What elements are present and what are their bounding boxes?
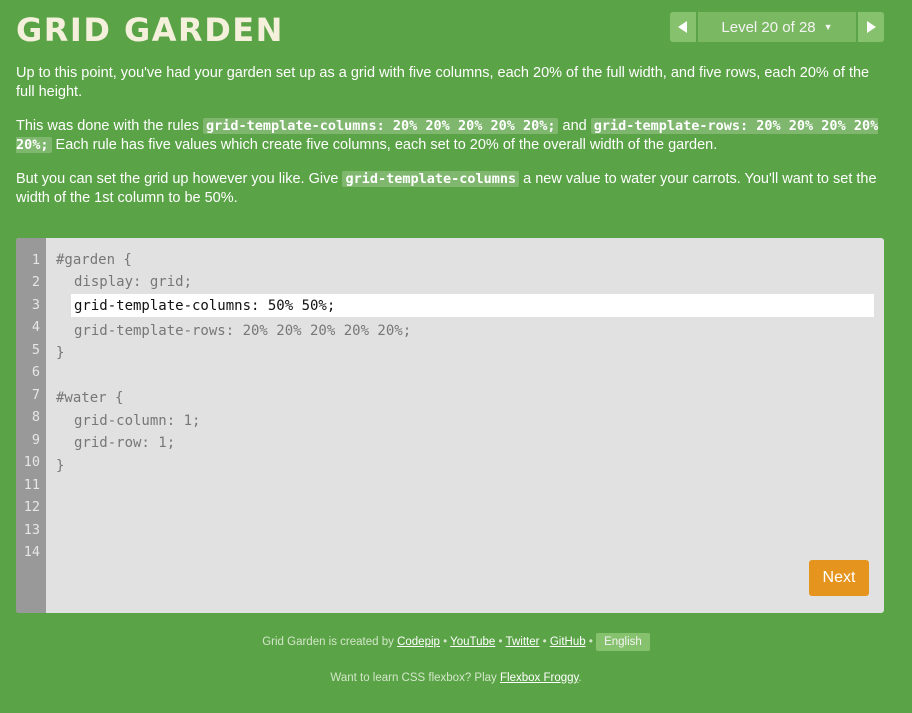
header: GRID GARDEN (16, 10, 284, 50)
twitter-link[interactable]: Twitter (506, 636, 540, 648)
separator: • (585, 636, 597, 648)
code-answer-input[interactable] (71, 294, 874, 317)
code-line: grid-template-rows: 20% 20% 20% 20% 20%; (74, 323, 412, 339)
instruction-paragraph-2: This was done with the rules grid-templa… (16, 117, 884, 155)
language-button[interactable]: English (596, 633, 650, 651)
promo-text: Want to learn CSS flexbox? Play (330, 672, 500, 684)
next-button[interactable]: Next (809, 560, 869, 596)
code-editor: 1 2 3 4 5 6 7 8 9 10 11 12 13 14 #garden… (16, 238, 884, 613)
footer-credits: Grid Garden is created by Codepip • YouT… (0, 633, 912, 651)
codepip-link[interactable]: Codepip (397, 636, 440, 648)
github-link[interactable]: GitHub (550, 636, 586, 648)
instruction-text: Each rule has five values which create f… (51, 137, 718, 153)
line-number: 10 (23, 454, 40, 470)
instruction-text: and (558, 118, 591, 134)
line-number: 8 (31, 409, 40, 425)
code-line: grid-column: 1; (74, 413, 201, 429)
credit-text: Grid Garden is created by (262, 636, 398, 648)
line-number-gutter: 1 2 3 4 5 6 7 8 9 10 11 12 13 14 (16, 238, 46, 613)
level-label: Level 20 of 28 (721, 18, 816, 36)
page-title: GRID GARDEN (16, 11, 284, 49)
instruction-text: But you can set the grid up however you … (16, 171, 343, 187)
line-number: 6 (31, 364, 40, 380)
separator: • (495, 636, 506, 648)
triangle-left-icon (678, 21, 687, 33)
line-number: 2 (31, 274, 40, 290)
line-number: 12 (23, 499, 40, 515)
line-number: 9 (31, 432, 40, 448)
code-snippet-property: grid-template-columns (342, 171, 520, 187)
line-number: 13 (23, 522, 40, 538)
code-line: display: grid; (74, 274, 193, 290)
line-number: 14 (23, 544, 40, 560)
separator: • (439, 636, 451, 648)
line-number: 11 (23, 477, 40, 493)
code-line: } (56, 458, 65, 474)
code-snippet-columns: grid-template-columns: 20% 20% 20% 20% 2… (202, 118, 559, 134)
separator: • (539, 636, 550, 648)
line-number: 5 (31, 342, 40, 358)
next-level-button[interactable] (858, 12, 884, 42)
code-line: #garden { (56, 252, 132, 268)
line-number: 3 (31, 297, 40, 313)
level-indicator-dropdown[interactable]: Level 20 of 28 ▼ (698, 12, 856, 42)
instructions: Up to this point, you've had your garden… (16, 64, 884, 223)
footer-promo: Want to learn CSS flexbox? Play Flexbox … (0, 672, 912, 684)
line-number: 4 (31, 319, 40, 335)
youtube-link[interactable]: YouTube (450, 636, 495, 648)
instruction-paragraph-1: Up to this point, you've had your garden… (16, 65, 870, 100)
code-line: } (56, 345, 65, 361)
line-number: 1 (31, 252, 40, 268)
instruction-paragraph-3: But you can set the grid up however you … (16, 170, 884, 208)
line-number: 7 (31, 387, 40, 403)
triangle-right-icon (867, 21, 876, 33)
caret-down-icon: ▼ (823, 22, 833, 32)
flexbox-froggy-link[interactable]: Flexbox Froggy (500, 672, 578, 684)
code-line: grid-row: 1; (74, 435, 176, 451)
instruction-text: This was done with the rules (16, 118, 203, 134)
promo-suffix: . (578, 672, 582, 684)
level-navigation: Level 20 of 28 ▼ (670, 12, 884, 42)
code-line: #water { (56, 390, 124, 406)
previous-level-button[interactable] (670, 12, 696, 42)
